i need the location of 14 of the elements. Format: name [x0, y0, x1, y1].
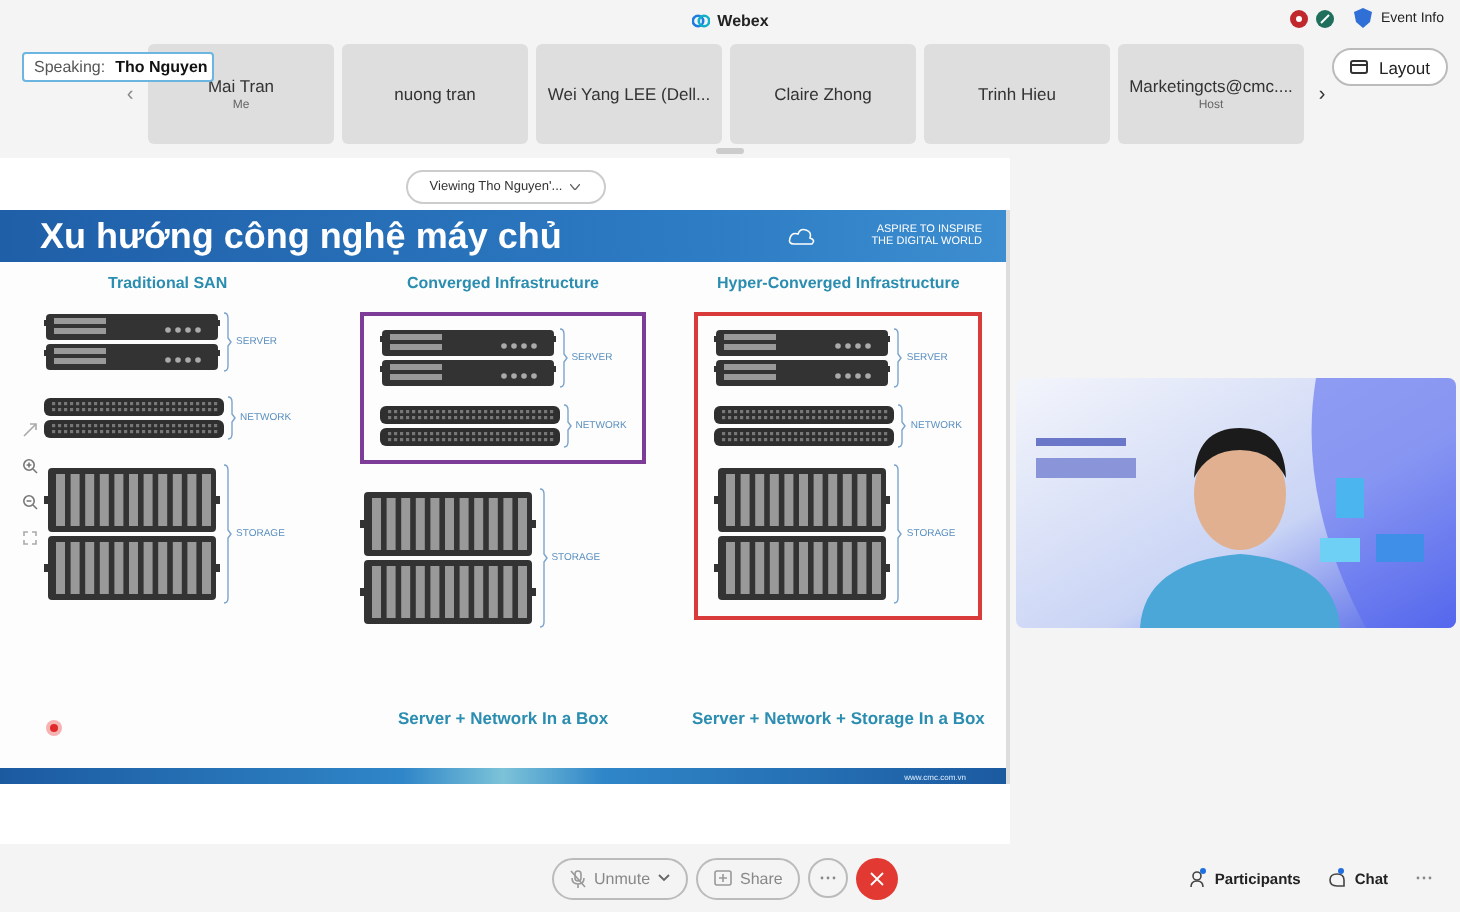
column-caption: Server + Network + Storage In a Box — [691, 708, 985, 728]
window-title: Webex — [717, 11, 769, 29]
speaking-label: Speaking: — [34, 58, 106, 76]
slide-title: Xu hướng công nghệ máy chủ — [40, 215, 564, 257]
column-heading: Hyper-Converged Infrastructure — [717, 274, 960, 292]
column-heading: Traditional SAN — [108, 274, 228, 292]
participant-name: Marketingcts@cmc.... — [1129, 76, 1293, 96]
column-heading: Converged Infrastructure — [406, 274, 600, 292]
participant-name: Claire Zhong — [774, 84, 872, 104]
column-caption: Server + Network In a Box — [397, 708, 609, 728]
participant-name: Mai Tran — [207, 76, 275, 96]
participant-name: Trinh Hieu — [978, 84, 1056, 104]
participant-name: nuong tran — [394, 84, 476, 104]
participant-name: Wei Yang LEE (Dell... — [547, 84, 711, 104]
